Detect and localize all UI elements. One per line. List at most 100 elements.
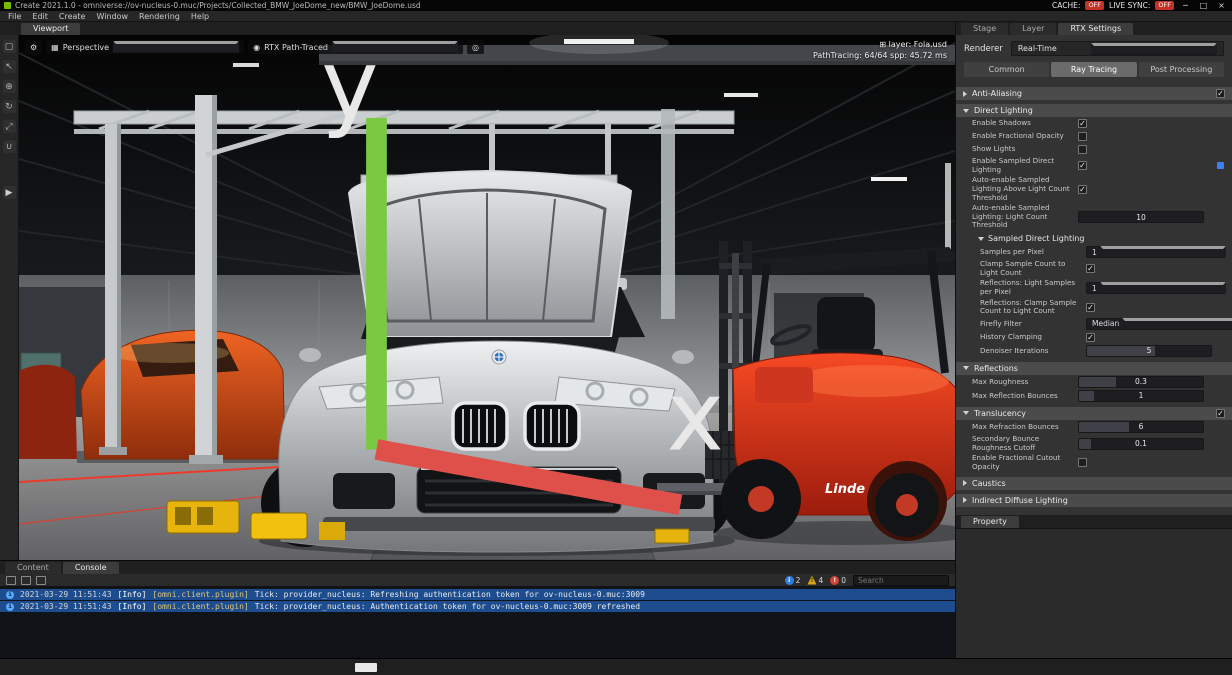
cursor-select-icon[interactable]: ↖ — [3, 60, 16, 73]
menu-file[interactable]: File — [8, 12, 21, 21]
reflections-clamp-checkbox[interactable]: ✓ — [1086, 303, 1095, 312]
section-title: Translucency — [974, 409, 1026, 418]
rtx-mode-tabs: Common Ray Tracing Post Processing — [956, 60, 1232, 83]
setting-row: Auto-enable Sampled Lighting Above Light… — [956, 175, 1232, 203]
viewport-canvas[interactable]: Linde ⚙ ▦ Perspective — [19, 35, 955, 560]
viewport-tabstrip: Viewport — [0, 22, 955, 35]
clamp-sample-count-checkbox[interactable]: ✓ — [1086, 264, 1095, 273]
section-direct-lighting[interactable]: Direct Lighting — [956, 104, 1232, 117]
show-lights-checkbox[interactable] — [1078, 145, 1087, 154]
chevron-down-icon — [1091, 43, 1217, 55]
info-count: 2 — [796, 576, 801, 585]
section-translucency[interactable]: Translucency ✓ — [956, 407, 1232, 420]
console-tab[interactable]: Console — [63, 562, 119, 574]
light-count-threshold-field[interactable]: 10 — [1078, 211, 1204, 223]
field-value: 0.1 — [1079, 439, 1203, 449]
app-logo-icon — [4, 2, 11, 9]
chevron-down-icon — [963, 109, 969, 113]
info-filter[interactable]: i 2 — [785, 576, 801, 585]
play-button-icon[interactable]: ▶ — [3, 186, 16, 199]
setting-row: Enable Shadows ✓ — [956, 117, 1232, 130]
layer-tab[interactable]: Layer — [1010, 23, 1056, 35]
renderer-label: Renderer — [964, 44, 1003, 54]
scale-tool-icon[interactable]: ⤢ — [3, 120, 16, 133]
live-sync-status-badge[interactable]: OFF — [1155, 1, 1174, 10]
error-icon: ! — [830, 576, 839, 585]
property-tab[interactable]: Property — [961, 516, 1019, 528]
reflections-samples-dropdown[interactable]: 1 — [1086, 282, 1212, 294]
field-value: 6 — [1079, 422, 1203, 432]
field-value: 10 — [1079, 212, 1203, 222]
setting-label: Enable Sampled Direct Lighting — [972, 157, 1078, 174]
fractional-cutout-opac-checkbox[interactable] — [1078, 458, 1087, 467]
section-indirect-diffuse-lighting[interactable]: Indirect Diffuse Lighting — [956, 494, 1232, 507]
viewport-tab[interactable]: Viewport — [21, 23, 80, 35]
warning-filter[interactable]: ! 4 — [807, 576, 823, 585]
console-log-area[interactable]: i 2021-03-29 11:51:43 [Info] [omni.clien… — [0, 587, 955, 658]
chevron-right-icon — [963, 497, 967, 503]
max-refraction-bounces-field[interactable]: 6 — [1078, 421, 1204, 433]
error-filter[interactable]: ! 0 — [830, 576, 846, 585]
save-log-icon[interactable] — [6, 576, 16, 585]
setting-row: Enable Sampled Direct Lighting ✓ — [956, 156, 1232, 175]
maximize-button[interactable]: □ — [1197, 1, 1210, 10]
secondary-bounce-cutoff-field[interactable]: 0.1 — [1078, 438, 1204, 450]
translucency-checkbox[interactable]: ✓ — [1216, 409, 1225, 418]
setting-row: Reflections: Clamp Sample Count to Light… — [956, 298, 1232, 317]
subsection-sampled-direct-lighting[interactable]: Sampled Direct Lighting — [956, 231, 1232, 245]
subsection-title: Sampled Direct Lighting — [988, 234, 1084, 243]
marquee-select-icon[interactable]: ▢ — [3, 40, 16, 53]
menu-help[interactable]: Help — [191, 12, 209, 21]
chevron-down-icon — [978, 237, 984, 241]
enable-sampled-direct-lighting-checkbox[interactable]: ✓ — [1078, 161, 1087, 170]
close-button[interactable]: × — [1215, 1, 1228, 10]
section-caustics[interactable]: Caustics — [956, 477, 1232, 490]
setting-label: Auto-enable Sampled Lighting: Light Coun… — [972, 204, 1078, 230]
snap-tool-icon[interactable]: ∪ — [3, 140, 16, 153]
enable-fractional-opacity-checkbox[interactable] — [1078, 132, 1087, 141]
menu-edit[interactable]: Edit — [32, 12, 48, 21]
section-reflections[interactable]: Reflections — [956, 362, 1232, 375]
tab-ray-tracing[interactable]: Ray Tracing — [1051, 62, 1136, 77]
menu-window[interactable]: Window — [96, 12, 128, 21]
log-row[interactable]: i 2021-03-29 11:51:43 [Info] [omni.clien… — [0, 589, 955, 600]
denoiser-iterations-field[interactable]: 5 — [1086, 345, 1212, 357]
minimize-button[interactable]: ─ — [1179, 1, 1192, 10]
copy-log-icon[interactable] — [21, 576, 31, 585]
left-toolbar: ▢ ↖ ⊕ ↻ ⤢ ∪ ▶ — [0, 35, 19, 560]
enable-shadows-checkbox[interactable]: ✓ — [1078, 119, 1087, 128]
console-search-input[interactable] — [853, 575, 949, 586]
samples-per-pixel-dropdown[interactable]: 1 — [1086, 246, 1212, 258]
clear-console-icon[interactable] — [36, 576, 46, 585]
setting-row: History Clamping ✓ — [956, 331, 1232, 344]
setting-label: Firefly Filter — [980, 320, 1086, 329]
history-clamping-checkbox[interactable]: ✓ — [1086, 333, 1095, 342]
anti-aliasing-checkbox[interactable]: ✓ — [1216, 89, 1225, 98]
setting-label: Samples per Pixel — [980, 248, 1086, 257]
cache-status-badge[interactable]: OFF — [1085, 1, 1104, 10]
auto-enable-above-threshold-checkbox[interactable]: ✓ — [1078, 185, 1087, 194]
info-icon: i — [785, 576, 794, 585]
axis-gizmo[interactable]: y x — [19, 35, 955, 560]
setting-row: Enable Fractional Opacity — [956, 130, 1232, 143]
log-source: [omni.client.plugin] — [152, 602, 248, 611]
log-row[interactable]: i 2021-03-29 11:51:43 [Info] [omni.clien… — [0, 601, 955, 612]
setting-label: Max Roughness — [972, 378, 1078, 387]
rotate-tool-icon[interactable]: ↻ — [3, 100, 16, 113]
firefly-filter-dropdown[interactable]: Median — [1086, 318, 1212, 330]
stage-tab[interactable]: Stage — [961, 23, 1008, 35]
rtx-settings-tab[interactable]: RTX Settings — [1058, 23, 1133, 35]
changed-value-indicator — [1217, 162, 1224, 169]
content-tab[interactable]: Content — [5, 562, 61, 574]
section-anti-aliasing[interactable]: Anti-Aliasing ✓ — [956, 87, 1232, 100]
max-reflection-bounces-field[interactable]: 1 — [1078, 390, 1204, 402]
menu-rendering[interactable]: Rendering — [139, 12, 180, 21]
menu-create[interactable]: Create — [59, 12, 86, 21]
dropdown-value: 1 — [1092, 284, 1097, 293]
setting-row: Denoiser Iterations 5 — [956, 344, 1232, 358]
max-roughness-field[interactable]: 0.3 — [1078, 376, 1204, 388]
move-tool-icon[interactable]: ⊕ — [3, 80, 16, 93]
tab-post-processing[interactable]: Post Processing — [1139, 62, 1224, 77]
renderer-dropdown[interactable]: Real-Time — [1011, 41, 1224, 56]
tab-common[interactable]: Common — [964, 62, 1049, 77]
